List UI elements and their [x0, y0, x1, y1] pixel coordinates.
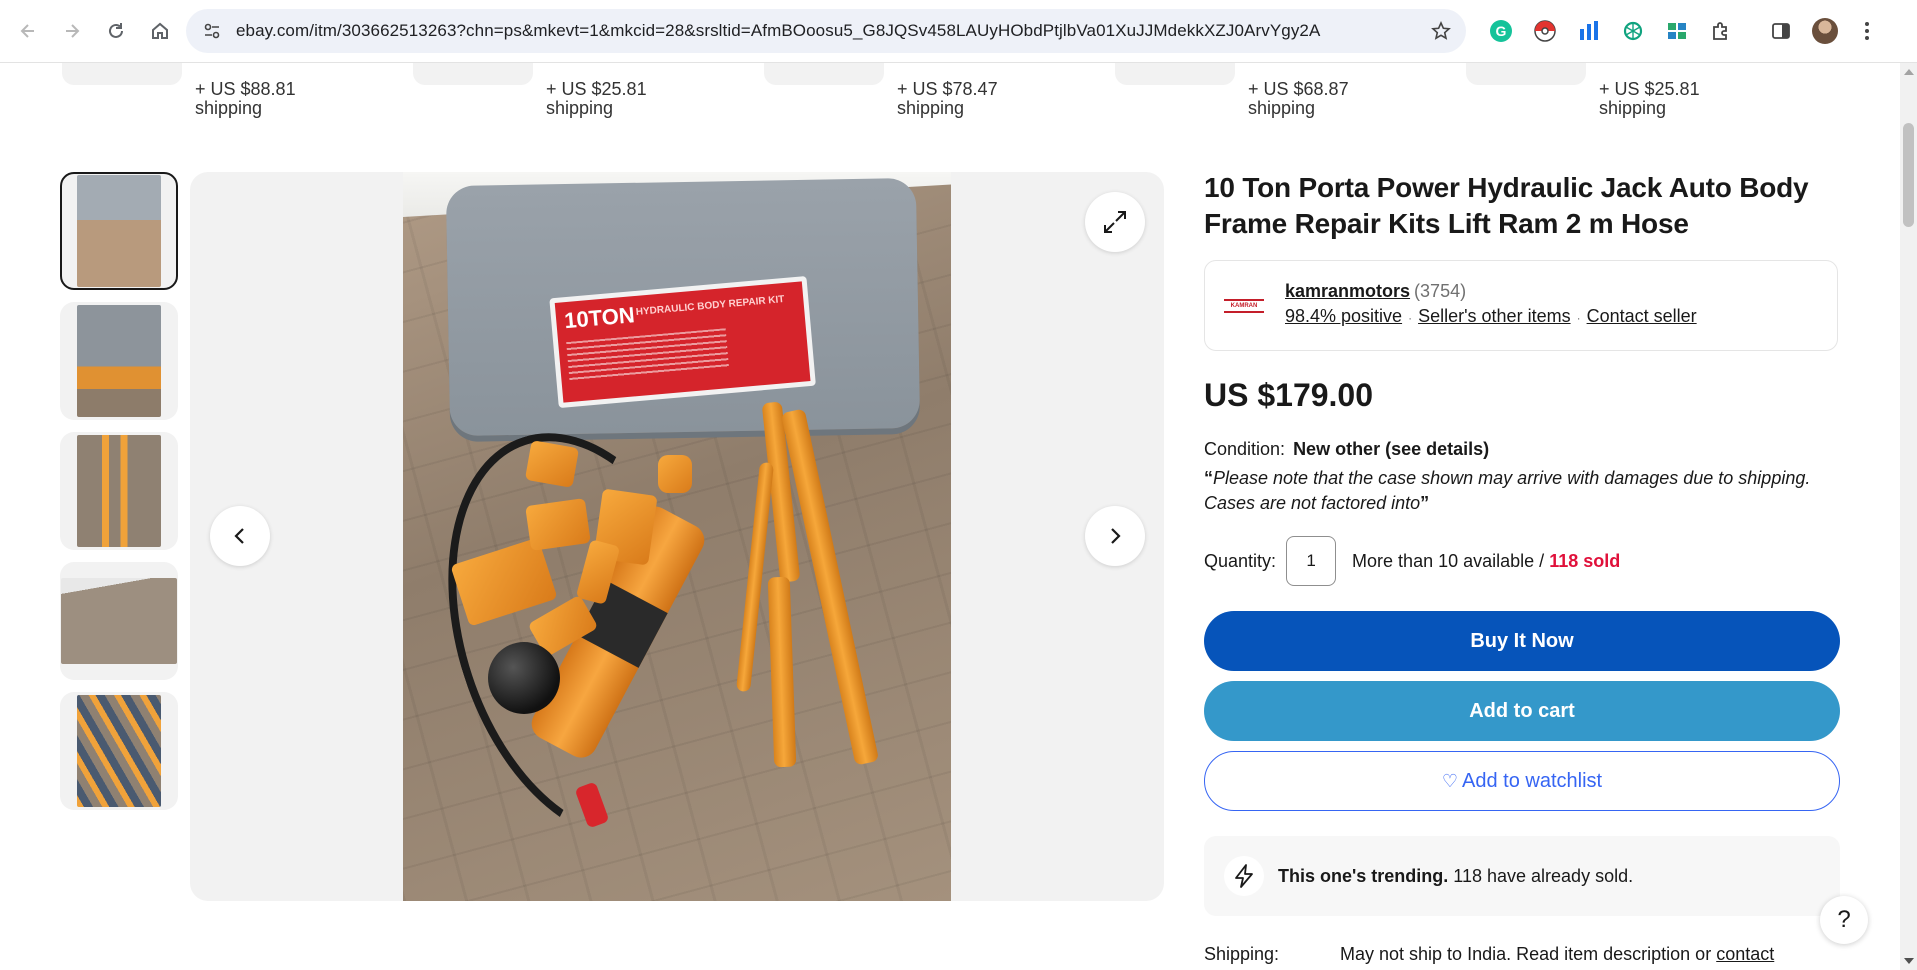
- recommendation-strip: + US $88.81 shipping + US $25.81 shipping …: [0, 63, 1900, 123]
- thumbnail-2[interactable]: [60, 302, 178, 420]
- main-image-viewer[interactable]: 10TON HYDRAULIC BODY REPAIR KIT: [190, 172, 1164, 901]
- recommendation-shipping: + US $78.47 shipping: [897, 79, 998, 118]
- seller-logo[interactable]: KAMRAN: [1221, 285, 1267, 327]
- trending-text: 118 have already sold.: [1453, 865, 1634, 886]
- quantity-available: More than 10 available /: [1352, 550, 1545, 571]
- condition-label: Condition:: [1204, 439, 1286, 459]
- seller-card: KAMRAN kamranmotors (3754) 98.4% positive…: [1204, 260, 1838, 351]
- chevron-right-icon: [1111, 528, 1121, 544]
- pokeball-icon[interactable]: [1528, 14, 1562, 48]
- thumbnail-image: [61, 578, 177, 664]
- add-to-watchlist-button[interactable]: ♡ Add to watchlist: [1204, 751, 1840, 811]
- thumbnail-1[interactable]: [60, 172, 178, 290]
- separator-dot: ·: [1576, 311, 1581, 325]
- heart-icon: ♡: [1441, 770, 1459, 791]
- contact-seller-link[interactable]: Contact seller: [1587, 306, 1697, 326]
- recommendation-shipping: + US $25.81 shipping: [1599, 79, 1700, 118]
- help-button[interactable]: ?: [1820, 896, 1868, 944]
- shipping-contact-link[interactable]: contact: [1716, 944, 1774, 964]
- item-details: 10 Ton Porta Power Hydraulic Jack Auto B…: [1204, 170, 1840, 965]
- sold-count: 118 sold: [1549, 550, 1621, 571]
- case-label: 10TON HYDRAULIC BODY REPAIR KIT: [549, 275, 816, 409]
- seller-positive-link[interactable]: 98.4% positive: [1285, 306, 1402, 326]
- home-icon[interactable]: [140, 11, 180, 51]
- thumbnail-image: [77, 695, 161, 807]
- expand-icon[interactable]: [1085, 192, 1145, 252]
- thumbnail-5[interactable]: [60, 692, 178, 810]
- site-info-icon[interactable]: [198, 17, 226, 45]
- trending-title: This one's trending.: [1278, 865, 1449, 886]
- menu-kebab-icon[interactable]: [1852, 14, 1882, 48]
- back-icon[interactable]: [8, 11, 48, 51]
- analytics-icon[interactable]: [1572, 14, 1606, 48]
- recommendation-thumb[interactable]: [413, 63, 533, 85]
- separator-dot: ·: [1408, 311, 1413, 325]
- scroll-down-arrow-icon[interactable]: [1904, 958, 1914, 964]
- product-photo[interactable]: 10TON HYDRAULIC BODY REPAIR KIT: [399, 172, 951, 901]
- next-image-button[interactable]: [1085, 506, 1145, 566]
- recommendation-thumb[interactable]: [764, 63, 884, 85]
- condition-value: New other (see details): [1293, 439, 1490, 459]
- svg-text:G: G: [1496, 23, 1507, 39]
- shipping-label: Shipping:: [1204, 944, 1280, 964]
- profile-avatar[interactable]: [1808, 14, 1842, 48]
- item-title: 10 Ton Porta Power Hydraulic Jack Auto B…: [1204, 172, 1809, 239]
- thumbnail-3[interactable]: [60, 432, 178, 550]
- recommendation-thumb[interactable]: [62, 63, 182, 85]
- url-text[interactable]: ebay.com/itm/303662513263?chn=ps&mkevt=1…: [236, 21, 1426, 41]
- seller-name-link[interactable]: kamranmotors: [1285, 281, 1410, 301]
- shipping-row: Shipping: May not ship to India. Read it…: [1204, 944, 1840, 965]
- grammarly-icon[interactable]: G: [1484, 14, 1518, 48]
- thumbnail-list: [60, 172, 180, 822]
- page-scrollbar[interactable]: [1900, 63, 1917, 970]
- watchlist-label: Add to watchlist: [1462, 769, 1603, 792]
- lightning-icon: [1224, 856, 1264, 896]
- address-bar[interactable]: ebay.com/itm/303662513263?chn=ps&mkevt=1…: [186, 9, 1466, 53]
- carry-case: 10TON HYDRAULIC BODY REPAIR KIT: [445, 177, 921, 437]
- thumbnail-image: [77, 175, 161, 287]
- chevron-left-icon: [234, 528, 244, 544]
- bookmark-star-icon[interactable]: [1426, 16, 1456, 46]
- recommendation-shipping: + US $88.81 shipping: [195, 79, 296, 118]
- extensions-puzzle-icon[interactable]: [1704, 14, 1738, 48]
- browser-toolbar: ebay.com/itm/303662513263?chn=ps&mkevt=1…: [0, 0, 1917, 63]
- condition-note: “Please note that the case shown may arr…: [1204, 468, 1811, 513]
- thumbnail-4[interactable]: [60, 562, 178, 680]
- quantity-row: Quantity: 1 More than 10 available / 118…: [1204, 536, 1840, 586]
- shipping-value: May not ship to India. Read item descrip…: [1340, 944, 1712, 964]
- reload-icon[interactable]: [96, 11, 136, 51]
- buy-it-now-button[interactable]: Buy It Now: [1204, 611, 1840, 671]
- add-to-cart-button[interactable]: Add to cart: [1204, 681, 1840, 741]
- windows-icon[interactable]: [1660, 14, 1694, 48]
- scroll-thumb[interactable]: [1903, 123, 1914, 227]
- forward-icon[interactable]: [52, 11, 92, 51]
- recommendation-thumb[interactable]: [1115, 63, 1235, 85]
- seller-other-items-link[interactable]: Seller's other items: [1418, 306, 1571, 326]
- scroll-up-arrow-icon[interactable]: [1904, 69, 1914, 75]
- recommendation-shipping: + US $68.87 shipping: [1248, 79, 1349, 118]
- thumbnail-image: [77, 435, 161, 547]
- chatgpt-icon[interactable]: [1616, 14, 1650, 48]
- seller-feedback-count: (3754): [1414, 281, 1467, 301]
- sidebar-panel-icon[interactable]: [1764, 14, 1798, 48]
- item-price: US $179.00: [1204, 377, 1374, 413]
- recommendation-thumb[interactable]: [1466, 63, 1586, 85]
- thumbnail-image: [77, 305, 161, 417]
- quantity-label: Quantity:: [1204, 550, 1277, 571]
- trending-banner: This one's trending. 118 have already sol…: [1204, 836, 1840, 916]
- previous-image-button[interactable]: [210, 506, 270, 566]
- recommendation-shipping: + US $25.81 shipping: [546, 79, 647, 118]
- condition-row: Condition: New other (see details): [1204, 439, 1840, 460]
- quantity-input[interactable]: 1: [1286, 536, 1337, 586]
